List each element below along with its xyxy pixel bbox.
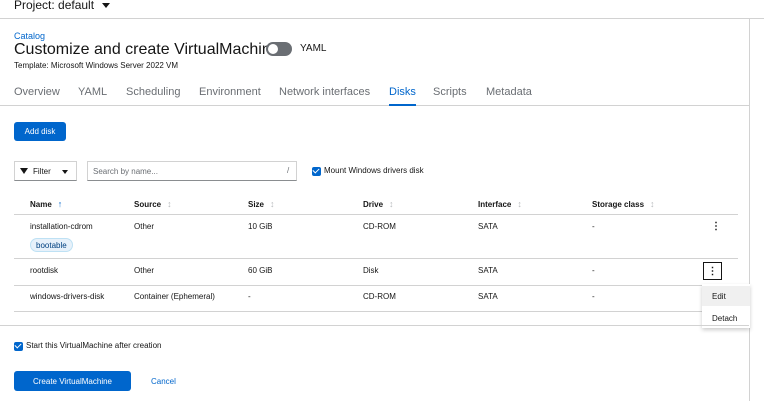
- mount-drivers-checkbox[interactable]: [312, 167, 321, 176]
- tab-scripts[interactable]: Scripts: [433, 86, 467, 106]
- add-disk-button[interactable]: Add disk: [14, 122, 66, 141]
- disk-storage-class: -: [592, 266, 595, 275]
- filter-icon: [20, 168, 28, 174]
- disk-name: rootdisk: [30, 266, 59, 275]
- disk-storage-class: -: [592, 292, 595, 301]
- disk-source: Other: [134, 266, 155, 275]
- search-input[interactable]: [87, 161, 297, 181]
- mount-drivers-label: Mount Windows drivers disk: [324, 166, 424, 175]
- sort-icon: ↕: [517, 199, 522, 209]
- caret-down-icon: [102, 2, 111, 8]
- disk-size: -: [248, 292, 251, 301]
- disk-size: 60 GiB: [248, 266, 273, 275]
- project-label: Project: default: [14, 0, 95, 12]
- column-header-drive[interactable]: Drive ↕: [363, 199, 394, 209]
- row-actions-menu: Edit Detach: [702, 284, 750, 328]
- column-header-name[interactable]: Name ↑: [30, 199, 62, 209]
- disk-drive: CD-ROM: [363, 222, 396, 231]
- disk-interface: SATA: [478, 266, 498, 275]
- disk-interface: SATA: [478, 222, 498, 231]
- tab-environment[interactable]: Environment: [199, 86, 261, 106]
- menu-item-edit[interactable]: Edit: [702, 286, 750, 306]
- disk-source: Other: [134, 222, 155, 231]
- start-vm-checkbox[interactable]: [14, 342, 23, 351]
- disk-source: Container (Ephemeral): [134, 292, 215, 301]
- breadcrumb-catalog[interactable]: Catalog: [14, 31, 45, 41]
- switch-knob: [268, 44, 278, 54]
- column-header-source[interactable]: Source ↕: [134, 199, 172, 209]
- column-header-storage-class[interactable]: Storage class ↕: [592, 199, 655, 209]
- disk-name: installation-cdrom: [30, 222, 93, 231]
- column-header-size[interactable]: Size ↕: [248, 199, 275, 209]
- cancel-button[interactable]: Cancel: [151, 377, 176, 386]
- template-subtitle: Template: Microsoft Windows Server 2022 …: [14, 61, 179, 70]
- row-actions-kebab-icon[interactable]: ⋮: [708, 218, 724, 234]
- footer-divider: [0, 325, 749, 326]
- disk-name: windows-drivers-disk: [30, 292, 105, 301]
- tab-disks[interactable]: Disks: [389, 86, 416, 106]
- row-divider: [14, 311, 702, 312]
- project-bar: Project: default: [0, 0, 764, 19]
- bootable-badge: bootable: [30, 238, 73, 252]
- disk-drive: CD-ROM: [363, 292, 396, 301]
- sort-icon: ↕: [167, 199, 172, 209]
- row-divider: [14, 285, 738, 286]
- sort-icon: ↕: [650, 199, 655, 209]
- tab-metadata[interactable]: Metadata: [486, 86, 532, 106]
- create-vm-button[interactable]: Create VirtualMachine: [14, 371, 131, 391]
- project-selector[interactable]: Project: default: [14, 0, 111, 12]
- column-header-interface[interactable]: Interface ↕: [478, 199, 522, 209]
- table-header-divider: [14, 214, 738, 215]
- tab-network-interfaces[interactable]: Network interfaces: [279, 86, 370, 106]
- sort-icon: ↕: [389, 199, 394, 209]
- start-vm-label: Start this VirtualMachine after creation: [26, 341, 162, 350]
- caret-down-icon: [62, 170, 68, 174]
- yaml-switch[interactable]: [266, 42, 292, 56]
- disk-drive: Disk: [363, 266, 379, 275]
- tab-scheduling[interactable]: Scheduling: [126, 86, 180, 106]
- tab-overview[interactable]: Overview: [14, 86, 60, 106]
- disk-storage-class: -: [592, 222, 595, 231]
- disk-interface: SATA: [478, 292, 498, 301]
- search-shortcut-hint: /: [287, 166, 290, 175]
- row-divider: [14, 258, 738, 259]
- sort-icon: ↕: [270, 199, 275, 209]
- tab-bar: Overview YAML Scheduling Environment Net…: [0, 86, 749, 106]
- panel-divider: [749, 19, 750, 401]
- row-actions-kebab-icon[interactable]: ⋮: [703, 262, 722, 280]
- sort-ascending-icon: ↑: [57, 199, 63, 209]
- page-title: Customize and create VirtualMachine: [14, 41, 280, 58]
- filter-label: Filter: [33, 166, 51, 176]
- disk-size: 10 GiB: [248, 222, 273, 231]
- tab-yaml[interactable]: YAML: [78, 86, 107, 106]
- yaml-switch-label: YAML: [300, 43, 327, 54]
- filter-dropdown[interactable]: Filter: [14, 161, 77, 181]
